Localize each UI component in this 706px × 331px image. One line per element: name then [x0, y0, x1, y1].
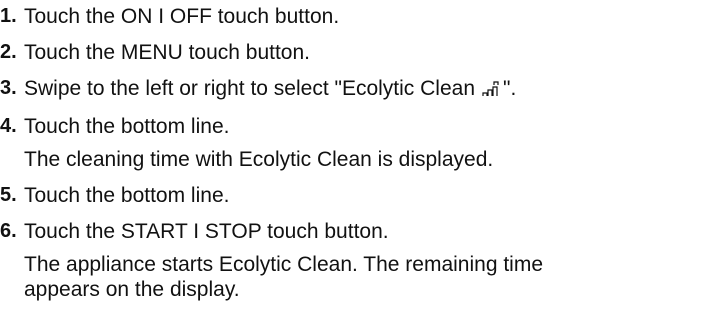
step-6: 6. Touch the START I STOP touch button. …: [0, 215, 706, 302]
step-text: Touch the ON I OFF touch button.: [24, 5, 340, 28]
instruction-steps: 1. Touch the ON I OFF touch button. 2. T…: [0, 0, 706, 305]
step-number: 3.: [0, 77, 17, 99]
step-text-after-icon: ".: [503, 77, 517, 100]
ecolytic-clean-icon: [481, 74, 501, 107]
step-text-before-icon: Swipe to the left or right to select "Ec…: [24, 77, 475, 100]
step-text: Touch the bottom line.: [24, 184, 230, 207]
step-number: 1.: [0, 5, 17, 27]
step-text: Swipe to the left or right to select "Ec…: [24, 72, 706, 107]
step-text: Touch the START I STOP touch button.: [24, 220, 389, 243]
step-3: 3. Swipe to the left or right to select …: [0, 72, 706, 107]
step-5: 5. Touch the bottom line.: [0, 179, 706, 212]
step-text: Touch the bottom line.: [24, 115, 230, 138]
step-result-text: The appliance starts Ecolytic Clean. The…: [24, 253, 544, 301]
step-result-text: The cleaning time with Ecolytic Clean is…: [24, 148, 494, 171]
step-2: 2. Touch the MENU touch button.: [0, 36, 706, 69]
step-4: 4. Touch the bottom line. The cleaning t…: [0, 110, 706, 176]
step-number: 2.: [0, 41, 17, 63]
step-number: 5.: [0, 184, 17, 206]
step-text: Touch the MENU touch button.: [24, 41, 310, 64]
step-number: 4.: [0, 115, 17, 137]
step-1: 1. Touch the ON I OFF touch button.: [0, 0, 706, 33]
step-number: 6.: [0, 220, 17, 242]
